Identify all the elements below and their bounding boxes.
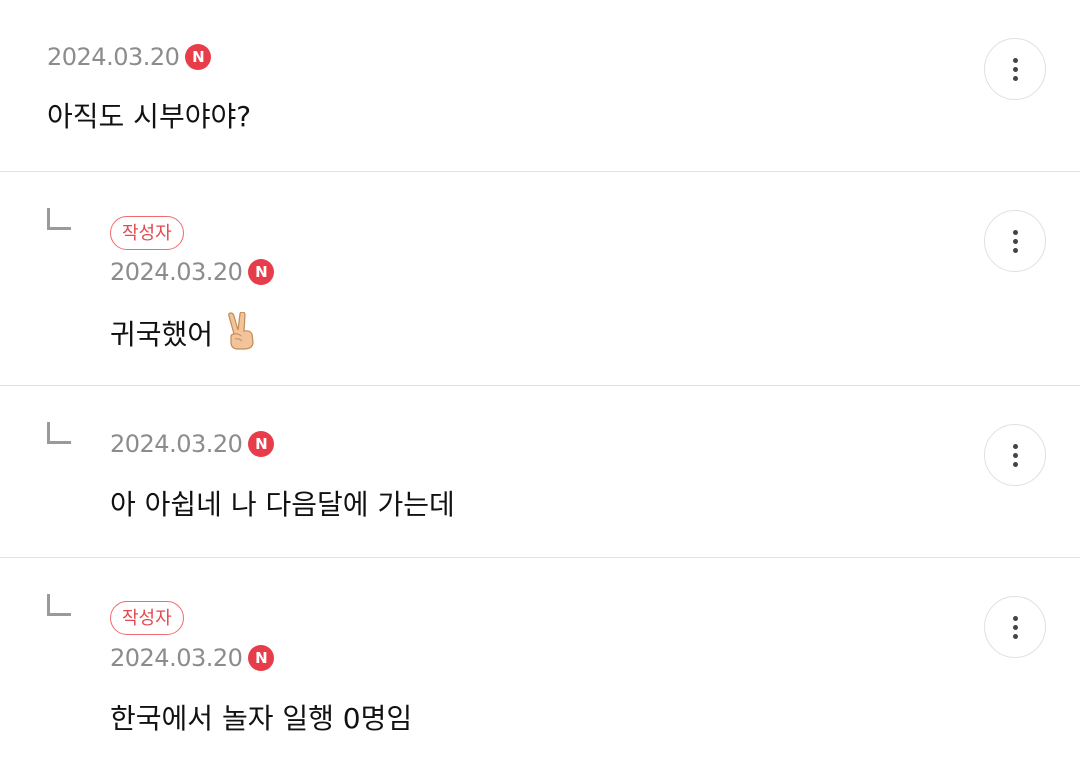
vertical-ellipsis-icon	[1012, 443, 1018, 467]
new-badge: N	[185, 44, 212, 70]
comment-text-row: 귀국했어	[110, 311, 259, 357]
comment-text: 귀국했어	[110, 318, 214, 351]
more-options-button[interactable]	[984, 424, 1046, 486]
reply-item: 작성자 2024.03.20 N 한국에서 놀자 일행 0명임	[0, 558, 1080, 771]
new-badge: N	[248, 431, 275, 457]
comment-date: 2024.03.20	[110, 258, 243, 286]
comment-meta: 2024.03.20 N	[110, 644, 275, 672]
comment-text: 아직도 시부야야?	[47, 100, 252, 133]
reply-arrow-icon	[47, 208, 71, 230]
new-badge: N	[248, 645, 275, 671]
vertical-ellipsis-icon	[1012, 615, 1018, 639]
comment-date: 2024.03.20	[110, 644, 243, 672]
vertical-ellipsis-icon	[1012, 229, 1018, 253]
victory-hand-emoji	[223, 311, 259, 357]
comment-text: 한국에서 놀자 일행 0명임	[110, 702, 413, 735]
more-options-button[interactable]	[984, 38, 1046, 100]
vertical-ellipsis-icon	[1012, 57, 1018, 81]
comment-date: 2024.03.20	[110, 430, 243, 458]
comment-text: 아 아쉽네 나 다음달에 가는데	[110, 488, 455, 521]
comment-meta: 2024.03.20 N	[110, 430, 275, 458]
comment-item: 2024.03.20 N 아직도 시부야야?	[0, 0, 1080, 172]
comment-meta: 2024.03.20 N	[47, 43, 212, 71]
reply-arrow-icon	[47, 594, 71, 616]
more-options-button[interactable]	[984, 210, 1046, 272]
new-badge: N	[248, 259, 275, 285]
author-badge: 작성자	[110, 601, 184, 635]
comment-date: 2024.03.20	[47, 43, 180, 71]
reply-item: 2024.03.20 N 아 아쉽네 나 다음달에 가는데	[0, 386, 1080, 558]
comment-meta: 2024.03.20 N	[110, 258, 275, 286]
reply-arrow-icon	[47, 422, 71, 444]
more-options-button[interactable]	[984, 596, 1046, 658]
author-badge: 작성자	[110, 216, 184, 250]
reply-item: 작성자 2024.03.20 N 귀국했어	[0, 172, 1080, 386]
